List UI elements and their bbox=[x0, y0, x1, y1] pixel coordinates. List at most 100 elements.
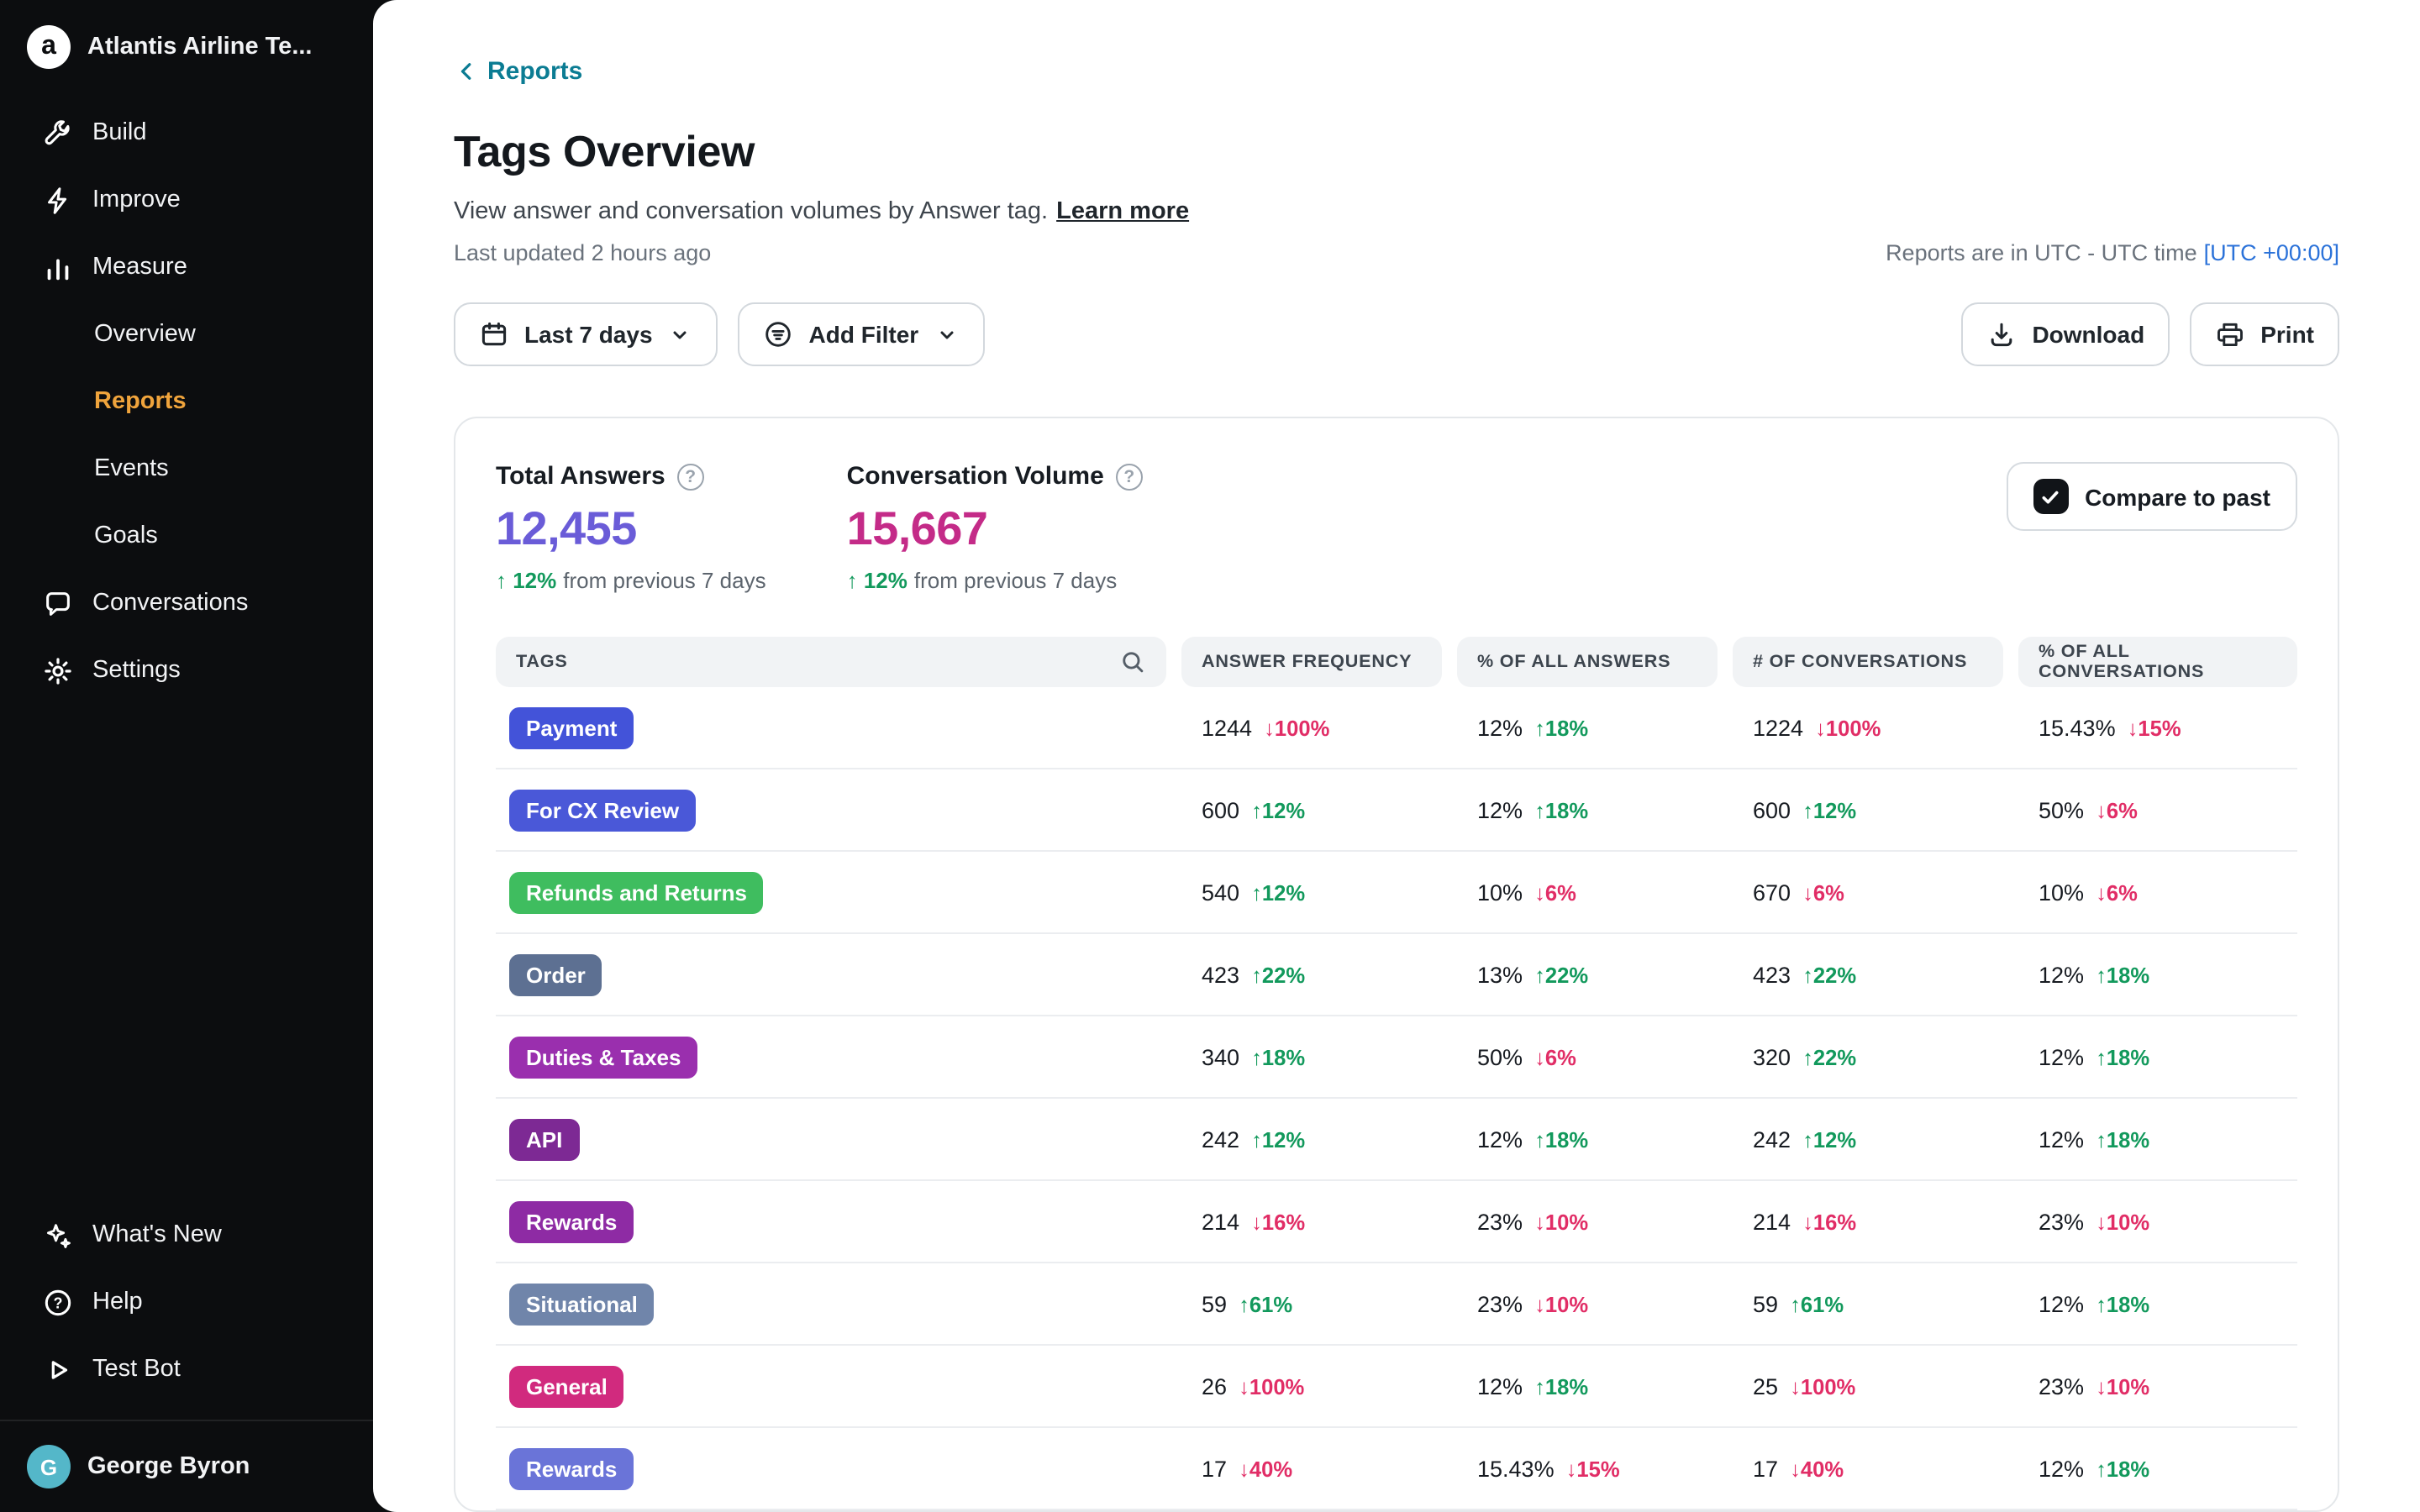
tag-pill: Duties & Taxes bbox=[509, 1036, 698, 1078]
column-label: TAGS bbox=[516, 652, 568, 672]
sidebar-item-label: Reports bbox=[94, 388, 187, 415]
back-to-reports-link[interactable]: Reports bbox=[454, 57, 582, 86]
stats-row: Total Answers ? 12,455 ↑ 12%from previou… bbox=[496, 462, 2297, 593]
column-label: ANSWER FREQUENCY bbox=[1202, 652, 1412, 672]
chevron-down-icon bbox=[668, 322, 693, 347]
workspace-name: Atlantis Airline Te... bbox=[87, 34, 313, 60]
table-row[interactable]: General26↓100%12%↑18%25↓100%23%↓10% bbox=[496, 1346, 2297, 1428]
sidebar-item-goals[interactable]: Goals bbox=[0, 502, 373, 570]
sidebar-item-overview[interactable]: Overview bbox=[0, 301, 373, 368]
sidebar-footer-nav: What's New?HelpTest Bot bbox=[0, 1188, 373, 1420]
sidebar: a Atlantis Airline Te... Build Improve Mea… bbox=[0, 0, 373, 1512]
workspace-switcher[interactable]: a Atlantis Airline Te... bbox=[0, 0, 373, 86]
metric-change-down: ↓16% bbox=[1802, 1209, 1856, 1234]
header-cell: ANSWER FREQUENCY bbox=[1181, 637, 1457, 687]
table-row[interactable]: Refunds and Returns540↑12%10%↓6%670↓6%10… bbox=[496, 852, 2297, 934]
table-body: Payment1244↓100%12%↑18%1224↓100%15.43%↓1… bbox=[496, 687, 2297, 1510]
table-row[interactable]: Situational59↑61%23%↓10%59↑61%12%↑18% bbox=[496, 1263, 2297, 1346]
report-card: Total Answers ? 12,455 ↑ 12%from previou… bbox=[454, 417, 2339, 1512]
sidebar-item-what-s-new[interactable]: What's New bbox=[0, 1201, 373, 1268]
table-row[interactable]: Duties & Taxes340↑18%50%↓6%320↑22%12%↑18… bbox=[496, 1016, 2297, 1099]
metric-change-up: ↑18% bbox=[2096, 1126, 2149, 1152]
print-button[interactable]: Print bbox=[2190, 302, 2339, 366]
user-menu[interactable]: G George Byron bbox=[0, 1420, 373, 1512]
metric-change-down: ↓6% bbox=[2096, 797, 2138, 822]
metric-change-down: ↓6% bbox=[1534, 879, 1576, 905]
timezone-note: Reports are in UTC - UTC time[UTC +00:00… bbox=[1886, 240, 2339, 265]
metric-change-down: ↓10% bbox=[1534, 1291, 1588, 1316]
learn-more-link[interactable]: Learn more bbox=[1056, 198, 1189, 225]
sidebar-item-conversations[interactable]: Conversations bbox=[0, 570, 373, 637]
sidebar-item-reports[interactable]: Reports bbox=[0, 368, 373, 435]
metric-cell: 12%↑18% bbox=[2018, 1044, 2297, 1069]
metric-value: 15.43% bbox=[2039, 715, 2116, 740]
sidebar-item-help[interactable]: ?Help bbox=[0, 1268, 373, 1336]
tag-pill: Payment bbox=[509, 706, 634, 748]
metric-change-up: ↑12% bbox=[1251, 797, 1305, 822]
date-range-button[interactable]: Last 7 days bbox=[454, 302, 718, 366]
tag-pill: General bbox=[509, 1365, 624, 1407]
filter-group: Last 7 days Add Filter bbox=[454, 302, 984, 366]
table-row[interactable]: Rewards17↓40%15.43%↓15%17↓40%12%↑18% bbox=[496, 1428, 2297, 1510]
download-button[interactable]: Download bbox=[1961, 302, 2170, 366]
sparkles-icon bbox=[42, 1219, 74, 1251]
chevron-left-icon bbox=[454, 59, 479, 84]
metric-value: 12% bbox=[1477, 1373, 1523, 1399]
metric-cell: 214↓16% bbox=[1181, 1209, 1457, 1234]
column-header-of-all-answers: % OF ALL ANSWERS bbox=[1457, 637, 1718, 687]
metric-change-up: ↑12% bbox=[1802, 797, 1856, 822]
sidebar-item-improve[interactable]: Improve bbox=[0, 166, 373, 234]
add-filter-button[interactable]: Add Filter bbox=[739, 302, 985, 366]
export-group: Download Print bbox=[1961, 302, 2339, 366]
table-row[interactable]: Order423↑22%13%↑22%423↑22%12%↑18% bbox=[496, 934, 2297, 1016]
tag-cell: Payment bbox=[496, 706, 1181, 748]
wrench-icon bbox=[42, 117, 74, 149]
stat-total-answers: Total Answers ? 12,455 ↑ 12%from previou… bbox=[496, 462, 766, 593]
metric-change-down: ↓16% bbox=[1251, 1209, 1305, 1234]
sidebar-item-measure[interactable]: Measure bbox=[0, 234, 373, 301]
bolt-icon bbox=[42, 184, 74, 216]
table-row[interactable]: API242↑12%12%↑18%242↑12%12%↑18% bbox=[496, 1099, 2297, 1181]
compare-to-past-toggle[interactable]: Compare to past bbox=[2006, 462, 2297, 531]
metric-cell: 12%↑18% bbox=[1457, 715, 1733, 740]
stat-value: 12,455 bbox=[496, 502, 766, 556]
sidebar-item-settings[interactable]: Settings bbox=[0, 637, 373, 704]
date-range-label: Last 7 days bbox=[524, 321, 653, 348]
table-row[interactable]: Payment1244↓100%12%↑18%1224↓100%15.43%↓1… bbox=[496, 687, 2297, 769]
sidebar-item-events[interactable]: Events bbox=[0, 435, 373, 502]
search-icon[interactable] bbox=[1119, 648, 1146, 675]
tag-cell: For CX Review bbox=[496, 789, 1181, 831]
metric-value: 12% bbox=[2039, 1044, 2084, 1069]
tag-cell: Duties & Taxes bbox=[496, 1036, 1181, 1078]
tag-pill: Situational bbox=[509, 1283, 655, 1325]
sidebar-item-label: Improve bbox=[92, 186, 181, 213]
metric-change-up: ↑18% bbox=[1534, 715, 1588, 740]
table-row[interactable]: For CX Review600↑12%12%↑18%600↑12%50%↓6% bbox=[496, 769, 2297, 852]
timezone-link[interactable]: [UTC +00:00] bbox=[2204, 240, 2339, 265]
metric-change-up: ↑18% bbox=[2096, 1456, 2149, 1481]
metric-change-up: ↑18% bbox=[1534, 1126, 1588, 1152]
download-icon bbox=[1986, 319, 2017, 349]
table-row[interactable]: Rewards214↓16%23%↓10%214↓16%23%↓10% bbox=[496, 1181, 2297, 1263]
tag-pill: Order bbox=[509, 953, 602, 995]
column-label: % OF ALL CONVERSATIONS bbox=[2039, 642, 2277, 682]
sidebar-item-label: Build bbox=[92, 119, 147, 146]
check-icon bbox=[2039, 485, 2062, 508]
metric-change-down: ↓100% bbox=[1790, 1373, 1855, 1399]
metric-value: 12% bbox=[2039, 1291, 2084, 1316]
metric-change-down: ↓15% bbox=[2128, 715, 2181, 740]
metric-change-up: ↑22% bbox=[1534, 962, 1588, 987]
table-header-row: TAGSANSWER FREQUENCY% OF ALL ANSWERS# OF… bbox=[496, 637, 2297, 687]
help-icon[interactable]: ? bbox=[677, 463, 704, 490]
sidebar-item-test-bot[interactable]: Test Bot bbox=[0, 1336, 373, 1403]
checkbox-checked[interactable] bbox=[2033, 479, 2068, 514]
help-icon[interactable]: ? bbox=[1116, 463, 1143, 490]
header-cell: % OF ALL CONVERSATIONS bbox=[2018, 637, 2297, 687]
download-label: Download bbox=[2032, 321, 2144, 348]
metric-cell: 670↓6% bbox=[1733, 879, 2018, 905]
app-screen: a Atlantis Airline Te... Build Improve Mea… bbox=[0, 0, 2420, 1512]
sidebar-item-build[interactable]: Build bbox=[0, 99, 373, 166]
metric-cell: 12%↑18% bbox=[2018, 1126, 2297, 1152]
metric-change-up: ↑18% bbox=[1534, 797, 1588, 822]
add-filter-label: Add Filter bbox=[809, 321, 919, 348]
